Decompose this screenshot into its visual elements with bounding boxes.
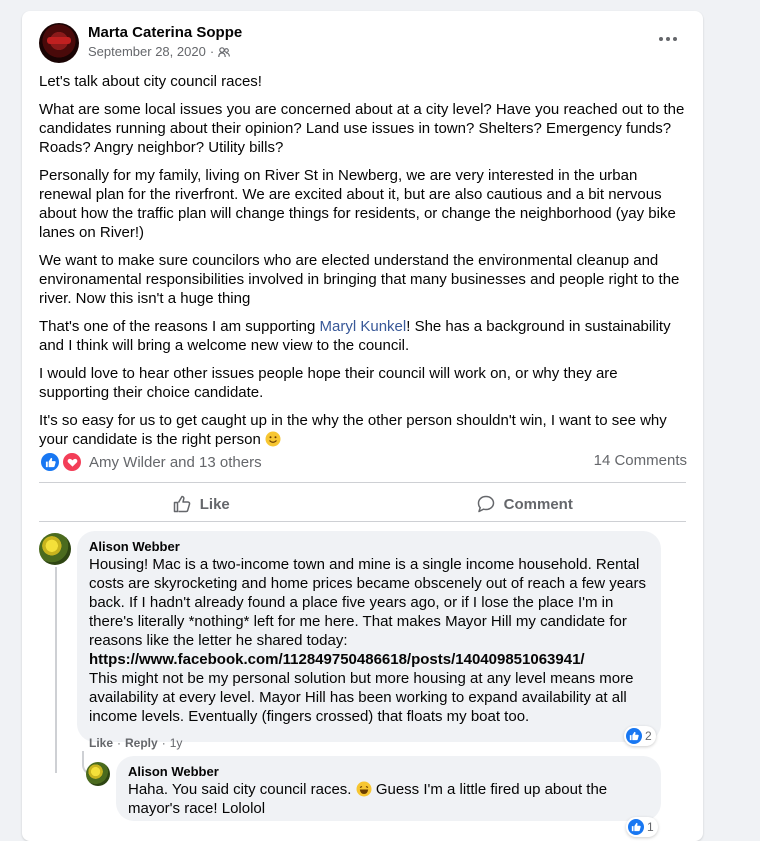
comment-bubble-icon <box>477 495 494 513</box>
comment-text-segment: Housing! Mac is a two-income town and mi… <box>89 556 646 649</box>
love-reaction-icon <box>61 451 83 473</box>
like-reaction-icon <box>626 728 642 744</box>
comment-link[interactable]: https://www.facebook.com/112849750486618… <box>89 651 585 668</box>
smile-emoji-icon <box>265 431 281 447</box>
post-paragraph: What are some local issues you are conce… <box>39 101 685 156</box>
like-label: Like <box>199 495 230 513</box>
comment-like-button[interactable]: Like <box>89 736 113 750</box>
post-paragraph: Personally for my family, living on Rive… <box>39 167 676 241</box>
commenter-name[interactable]: Alison Webber <box>89 539 649 555</box>
post-paragraph: It's so easy for us to get caught up in … <box>39 411 689 449</box>
post-text-segment: That's one of the reasons I am supportin… <box>39 318 320 335</box>
reactions-summary[interactable]: Amy Wilder and 13 others <box>39 451 262 473</box>
post-date[interactable]: September 28, 2020 <box>88 44 206 59</box>
reaction-count: 1 <box>647 820 654 834</box>
comment-text: Housing! Mac is a two-income town and mi… <box>89 555 649 726</box>
more-options-icon[interactable] <box>656 31 680 47</box>
comment-timestamp[interactable]: 1y <box>170 736 183 750</box>
post-text-segment: It's so easy for us to get caught up in … <box>39 412 667 448</box>
comment-actions: Like · Reply · 1y <box>89 736 182 750</box>
post-card: Marta Caterina Soppe September 28, 2020 … <box>22 11 703 841</box>
reply-bubble: Alison Webber Haha. You said city counci… <box>116 756 661 821</box>
post-actions: Like Comment <box>39 484 686 524</box>
post-meta: September 28, 2020 · <box>88 44 231 59</box>
reaction-count: 2 <box>645 729 652 743</box>
author-avatar[interactable] <box>39 23 79 63</box>
comment-reaction-count[interactable]: 2 <box>624 726 656 746</box>
post-paragraph: We want to make sure councilors who are … <box>39 252 680 307</box>
thumbs-up-icon <box>173 495 191 513</box>
post-body: Let's talk about city council races! Wha… <box>39 72 689 458</box>
post-author-name[interactable]: Marta Caterina Soppe <box>88 24 242 41</box>
thread-line <box>55 567 85 773</box>
like-reaction-icon <box>39 451 61 473</box>
post-paragraph: I would love to hear other issues people… <box>39 365 618 401</box>
replier-name[interactable]: Alison Webber <box>128 764 649 780</box>
comments-count[interactable]: 14 Comments <box>594 452 687 469</box>
reply-text-segment: Haha. You said city council races. <box>128 781 352 798</box>
commenter-avatar[interactable] <box>39 533 71 565</box>
post-paragraph: Let's talk about city council races! <box>39 73 262 90</box>
comment-label: Comment <box>503 495 573 513</box>
divider <box>39 482 686 483</box>
comment-reply-button[interactable]: Reply <box>125 736 158 750</box>
reactions-text[interactable]: Amy Wilder and 13 others <box>89 454 262 471</box>
reply-text: Haha. You said city council races. Guess… <box>128 780 649 818</box>
separator: · <box>117 736 122 750</box>
like-button[interactable]: Like <box>39 484 363 524</box>
post-paragraph: That's one of the reasons I am supportin… <box>39 317 689 355</box>
laughing-emoji-icon <box>356 781 372 797</box>
meta-separator: · <box>209 44 215 59</box>
divider <box>39 521 686 522</box>
like-reaction-icon <box>628 819 644 835</box>
comment-button[interactable]: Comment <box>363 484 687 524</box>
mentioned-person-link[interactable]: Maryl Kunkel <box>320 318 407 335</box>
reply-reaction-count[interactable]: 1 <box>626 817 658 837</box>
separator: · <box>161 736 166 750</box>
friends-icon[interactable] <box>218 46 231 58</box>
comment-bubble: Alison Webber Housing! Mac is a two-inco… <box>77 531 661 742</box>
replier-avatar[interactable] <box>86 762 110 786</box>
comment-text-segment: This might not be my personal solution b… <box>89 670 634 725</box>
